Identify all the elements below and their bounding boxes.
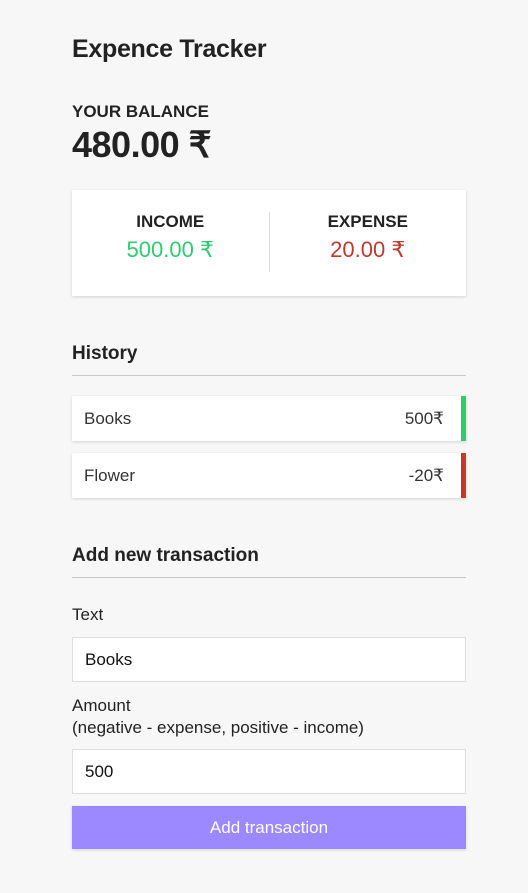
history-item-text: Flower <box>84 465 136 485</box>
history-list: Books 500₹ Flower -20₹ <box>72 396 466 510</box>
income-summary: INCOME 500.00 ₹ <box>72 190 269 296</box>
expense-value: 20.00 ₹ <box>330 237 406 262</box>
history-item-amount: -20₹ <box>408 465 444 485</box>
text-input[interactable] <box>72 637 466 682</box>
expense-summary: EXPENSE 20.00 ₹ <box>268 212 467 272</box>
add-transaction-title: Add new transaction <box>72 545 466 578</box>
expense-label: EXPENSE <box>327 212 408 231</box>
app-title: Expence Tracker <box>72 35 267 63</box>
income-label: INCOME <box>136 212 205 231</box>
balance-amount: 480.00 ₹ <box>72 124 212 165</box>
add-transaction-button[interactable]: Add transaction <box>72 806 466 849</box>
balance-label: YOUR BALANCE <box>72 102 209 121</box>
income-expense-card: INCOME 500.00 ₹ EXPENSE 20.00 ₹ <box>72 190 466 296</box>
history-item[interactable]: Flower -20₹ <box>72 453 466 498</box>
history-title: History <box>72 343 466 376</box>
amount-label-hint: (negative - expense, positive - income) <box>72 718 364 737</box>
history-item-text: Books <box>84 408 132 428</box>
income-value: 500.00 ₹ <box>126 237 214 262</box>
amount-label: Amount (negative - expense, positive - i… <box>72 695 364 739</box>
text-label: Text <box>72 605 104 624</box>
history-item[interactable]: Books 500₹ <box>72 396 466 441</box>
amount-label-title: Amount <box>72 696 131 715</box>
amount-input[interactable] <box>72 749 466 794</box>
history-item-amount: 500₹ <box>404 408 444 428</box>
